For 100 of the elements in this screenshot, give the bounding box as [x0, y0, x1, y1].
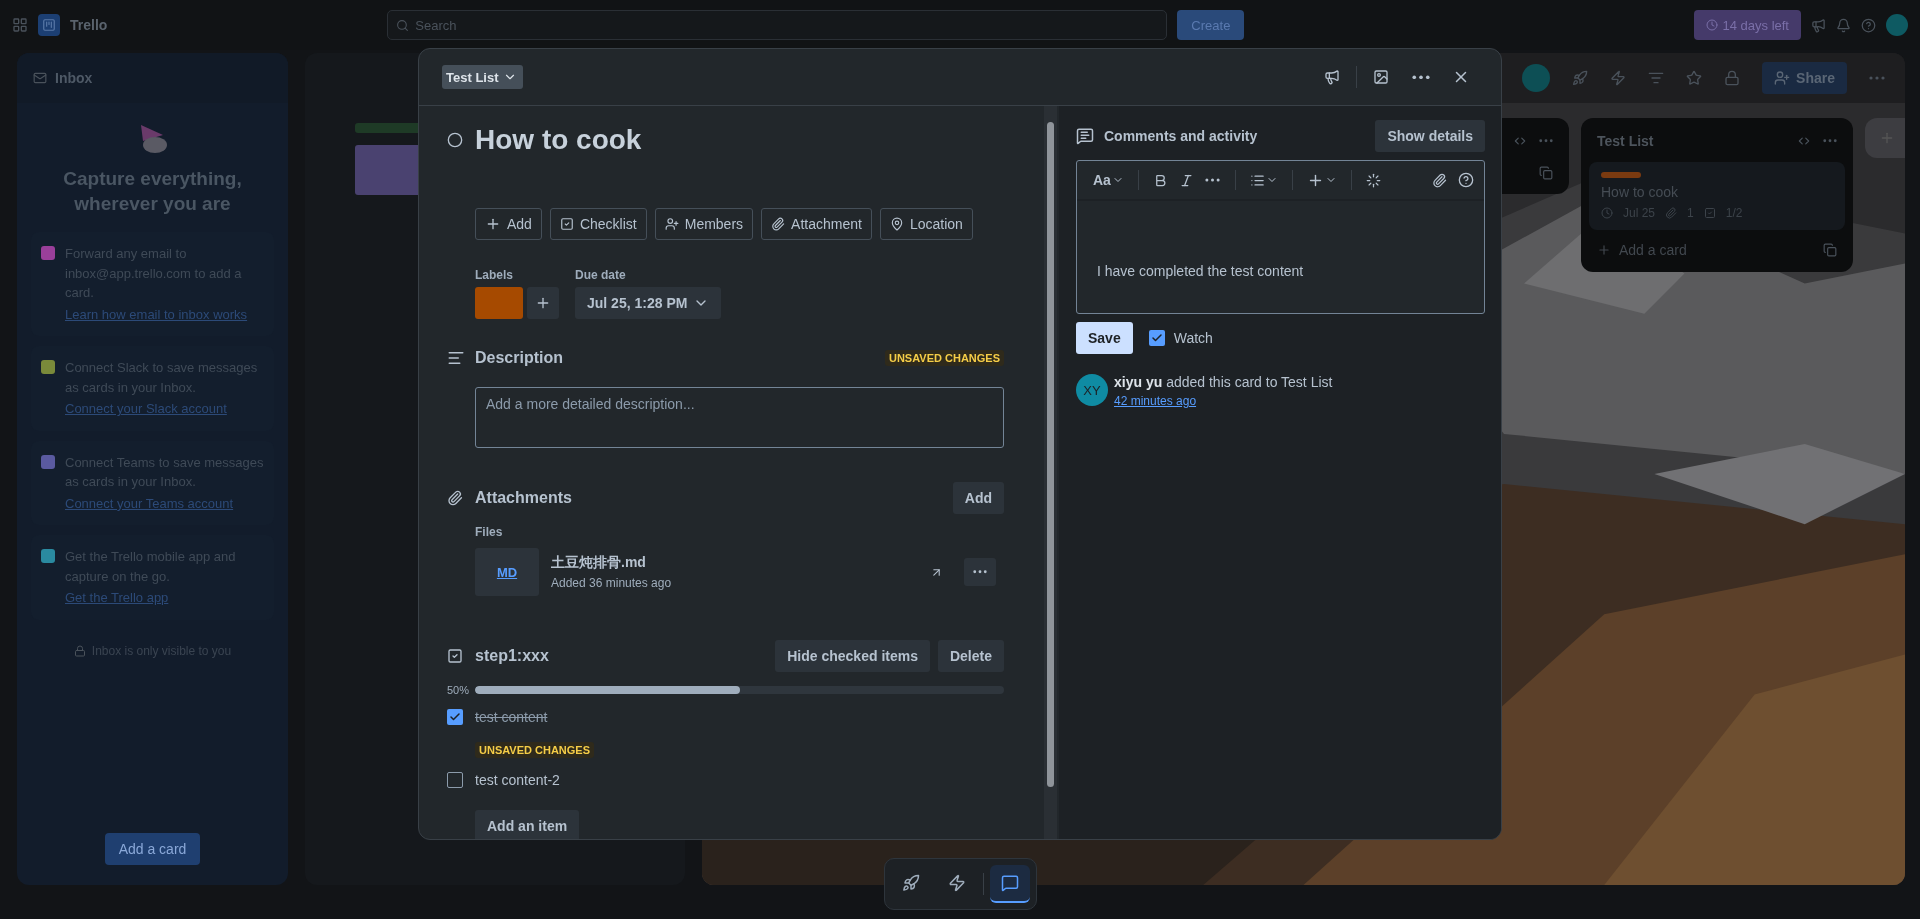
- more-icon: [1204, 178, 1220, 182]
- checklist-item: test content-2: [475, 772, 561, 788]
- lightning-icon[interactable]: [1610, 70, 1627, 86]
- lock-icon: [73, 644, 86, 657]
- add-item-button[interactable]: Add an item: [475, 810, 580, 839]
- clock-icon: [1601, 207, 1613, 219]
- paperclip-icon: [771, 217, 786, 231]
- save-button[interactable]: Save: [1076, 322, 1133, 354]
- add-attachment-button[interactable]: Add: [952, 482, 1004, 514]
- list-icon: [1249, 172, 1265, 188]
- action-button[interactable]: Location: [879, 208, 973, 240]
- megaphone-icon[interactable]: [1811, 17, 1826, 33]
- dock-button[interactable]: [990, 865, 1030, 903]
- checkbox[interactable]: [447, 772, 463, 788]
- more-icon[interactable]: [1539, 139, 1553, 143]
- checklist-item: test content: [475, 709, 549, 725]
- progress-percent: 50%: [447, 684, 471, 696]
- rocket-icon[interactable]: [1572, 70, 1589, 86]
- description-field[interactable]: Add a more detailed description...: [475, 387, 1004, 448]
- avatar[interactable]: [1886, 14, 1908, 36]
- plus-icon: [485, 216, 501, 232]
- chat-icon: [1001, 874, 1019, 892]
- action-button[interactable]: Attachment: [761, 208, 872, 240]
- search-icon: [396, 18, 410, 32]
- more-icon[interactable]: [1869, 76, 1885, 80]
- inbox-headline: Capture everything, wherever you are: [62, 167, 243, 216]
- check-icon: [449, 711, 461, 723]
- watch-label: Watch: [1173, 330, 1213, 346]
- plus-icon: [1597, 243, 1611, 257]
- apps-icon[interactable]: [12, 17, 28, 33]
- complete-toggle[interactable]: [447, 132, 463, 148]
- group-heading: Files: [475, 525, 503, 539]
- time-link[interactable]: 42 minutes ago: [1114, 394, 1333, 408]
- collapse-icon[interactable]: [1513, 134, 1527, 148]
- megaphone-icon: [1324, 69, 1340, 85]
- inbox-icon: [33, 71, 47, 85]
- star-icon[interactable]: [1686, 70, 1703, 86]
- activity-text: xiyu yu added this card to Test List: [1114, 374, 1333, 390]
- list-title: Test List: [1597, 133, 1655, 149]
- checkbox-icon: [559, 217, 574, 231]
- italic-icon: [1178, 172, 1194, 188]
- watch-checkbox[interactable]: [1148, 330, 1165, 346]
- text-style-button[interactable]: Aa: [1091, 167, 1126, 193]
- lock-icon[interactable]: [1724, 70, 1741, 86]
- show-details-button[interactable]: Show details: [1375, 120, 1485, 152]
- more-button[interactable]: [964, 558, 996, 586]
- comment-field[interactable]: I have completed the test content: [1077, 201, 1484, 313]
- field-heading: Labels: [475, 268, 514, 282]
- section-title: Description: [475, 349, 563, 367]
- section-title: Attachments: [475, 489, 572, 507]
- user-avatar: XY: [1076, 374, 1108, 406]
- section-title: Comments and activity: [1104, 128, 1259, 144]
- list-button[interactable]: Test List: [442, 65, 523, 89]
- logo-icon[interactable]: [38, 14, 60, 36]
- card-title: How to cook: [475, 124, 643, 156]
- template-icon[interactable]: [1823, 243, 1837, 257]
- file-name[interactable]: 土豆炖排骨.md: [551, 554, 908, 572]
- pin-icon: [889, 217, 904, 231]
- add-card-button[interactable]: Add a card: [104, 833, 201, 865]
- help-icon: [1458, 172, 1474, 188]
- bell-icon[interactable]: [1836, 17, 1851, 33]
- person-plus-icon: [1774, 70, 1791, 86]
- rocket-icon: [902, 874, 920, 892]
- checkbox[interactable]: [447, 709, 463, 725]
- field-heading: Due date: [575, 268, 627, 282]
- description-icon: [447, 349, 465, 367]
- checklist-title: step1:xxx: [475, 647, 549, 665]
- collapse-icon[interactable]: [1797, 134, 1811, 148]
- paperclip-icon: [447, 490, 463, 506]
- image-icon: [1373, 69, 1389, 85]
- filter-icon[interactable]: [1648, 70, 1665, 86]
- more-icon: [973, 570, 987, 574]
- file-thumbnail[interactable]: MD: [475, 548, 539, 596]
- template-icon[interactable]: [1539, 166, 1553, 180]
- unsaved-badge: UNSAVED CHANGES: [884, 350, 1004, 366]
- paperclip-icon: [1665, 207, 1678, 219]
- more-icon: [1412, 74, 1430, 80]
- unsaved-badge: UNSAVED CHANGES: [475, 742, 595, 758]
- sparkle-icon: [1365, 172, 1381, 188]
- add-label-button[interactable]: [527, 287, 559, 319]
- hide-checked-button[interactable]: Hide checked items: [775, 640, 930, 672]
- clock-icon: [1705, 19, 1718, 31]
- checklist-icon: [447, 648, 463, 664]
- file-date: Added 36 minutes ago: [551, 576, 673, 590]
- check-icon: [1150, 332, 1163, 344]
- action-button[interactable]: Add: [475, 208, 542, 240]
- lightning-icon: [948, 874, 966, 892]
- help-icon[interactable]: [1861, 17, 1876, 33]
- person-plus-icon: [664, 217, 679, 231]
- due-date-button[interactable]: Jul 25, 1:28 PM: [575, 287, 722, 319]
- action-button[interactable]: Checklist: [549, 208, 647, 240]
- action-button[interactable]: Members: [654, 208, 754, 240]
- delete-button[interactable]: Delete: [937, 640, 1004, 672]
- more-icon[interactable]: [1823, 139, 1837, 143]
- app-name: Trello: [70, 17, 108, 33]
- paperclip-icon: [1432, 172, 1447, 188]
- checklist-icon: [1703, 207, 1716, 219]
- plus-icon: [535, 295, 551, 311]
- comment-icon: [1076, 127, 1094, 145]
- inbox-title: Inbox: [55, 70, 93, 86]
